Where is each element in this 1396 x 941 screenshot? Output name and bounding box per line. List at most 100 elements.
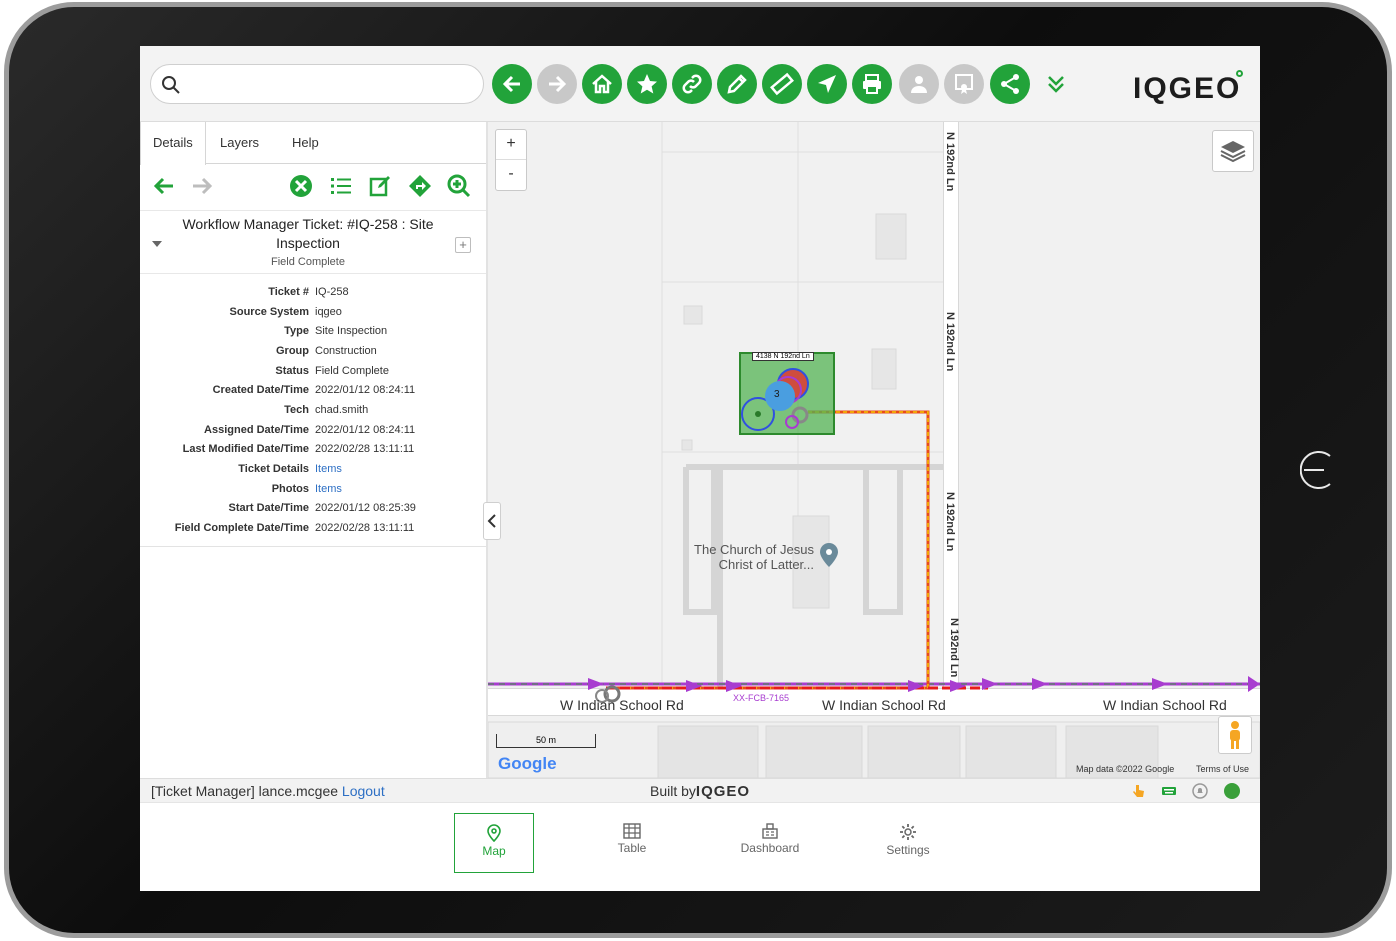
bookmark-button[interactable]	[627, 64, 667, 104]
status-bar: [Ticket Manager] lance.mcgee Logout Buil…	[140, 778, 1260, 802]
arrow-right-icon	[193, 177, 213, 195]
address-label: 4138 N 192nd Ln	[752, 352, 814, 361]
detail-link[interactable]: Items	[315, 483, 342, 495]
built-by: Built byIQGEO	[650, 783, 750, 800]
nav-table-label: Table	[617, 841, 647, 855]
certificate-button[interactable]	[944, 64, 984, 104]
nav-table[interactable]: Table	[592, 813, 672, 873]
print-icon	[863, 74, 881, 94]
poi-label: The Church of Jesus Christ of Latter...	[672, 542, 814, 572]
map-scale: 50 m	[496, 734, 596, 748]
detail-value: Site Inspection	[315, 325, 388, 338]
close-circle-icon	[290, 175, 312, 197]
home-icon	[592, 74, 612, 94]
list-view-button[interactable]	[327, 172, 355, 200]
detail-value: Field Complete	[315, 364, 389, 377]
ruler-icon	[770, 72, 794, 96]
navigate-button[interactable]	[807, 64, 847, 104]
keyboard-icon[interactable]	[1161, 783, 1177, 799]
detail-label: Photos	[271, 482, 309, 495]
collapse-caret-icon[interactable]	[152, 241, 162, 247]
detail-label: Source System	[229, 305, 309, 318]
share-button[interactable]	[990, 64, 1030, 104]
top-toolbar: IQGEO	[140, 46, 1260, 122]
list-icon	[331, 178, 351, 194]
detail-label: Status	[275, 364, 309, 377]
terms-link[interactable]: Terms of Use	[1196, 764, 1249, 774]
home-button[interactable]	[582, 64, 622, 104]
layers-icon	[1220, 141, 1246, 163]
collapse-panel-button[interactable]	[483, 502, 501, 540]
tab-details[interactable]: Details	[140, 122, 206, 165]
street-view-button[interactable]	[1218, 716, 1252, 754]
map-view[interactable]: N 192nd Ln N 192nd Ln N 192nd Ln N 192nd…	[488, 122, 1260, 778]
user-button[interactable]	[899, 64, 939, 104]
previous-feature-button[interactable]	[150, 172, 178, 200]
touch-icon[interactable]	[1130, 783, 1146, 799]
tab-layers[interactable]: Layers	[208, 122, 271, 164]
directions-button[interactable]	[406, 172, 434, 200]
details-toolbar	[140, 168, 486, 208]
tab-help[interactable]: Help	[280, 122, 331, 164]
more-tools-button[interactable]	[1040, 68, 1072, 100]
logout-link[interactable]: Logout	[342, 783, 385, 799]
forward-button[interactable]	[537, 64, 577, 104]
detail-row: Status Field Complete	[140, 361, 486, 381]
print-button[interactable]	[852, 64, 892, 104]
user-icon	[911, 76, 927, 93]
measure-button[interactable]	[762, 64, 802, 104]
road-label-indian-school-3: W Indian School Rd	[1103, 697, 1227, 713]
road-label-indian-school-1: W Indian School Rd	[560, 697, 684, 713]
nav-dashboard-label: Dashboard	[740, 841, 800, 855]
built-by-logo: IQGEO	[695, 783, 751, 800]
bottom-navigation: Map Table Dashboard Settings	[140, 802, 1260, 891]
user-label: [Ticket Manager] lance.mcgee	[151, 783, 339, 799]
cluster-count[interactable]: 3	[774, 389, 780, 400]
road-label-indian-school-2: W Indian School Rd	[822, 697, 946, 713]
star-icon	[637, 74, 657, 94]
nav-settings[interactable]: Settings	[868, 813, 948, 873]
back-button[interactable]	[492, 64, 532, 104]
zoom-out-button[interactable]: -	[496, 160, 526, 190]
layers-button[interactable]	[1212, 130, 1254, 172]
details-panel: Details Layers Help Workflow Manager Tic…	[140, 122, 501, 778]
detail-row: Photos Items	[140, 479, 486, 499]
detail-label: Type	[284, 325, 309, 338]
search-box[interactable]	[150, 64, 484, 104]
search-input[interactable]	[191, 73, 471, 95]
nav-dashboard[interactable]: Dashboard	[730, 813, 810, 873]
detail-link[interactable]: Items	[315, 463, 342, 475]
edit-icon	[369, 176, 390, 197]
detail-value: 2022/01/12 08:24:11	[315, 384, 416, 397]
zoom-in-icon	[447, 174, 471, 198]
back-icon	[502, 75, 520, 93]
network-overlay	[488, 352, 1260, 703]
detail-label: Assigned Date/Time	[204, 423, 309, 436]
link-icon	[682, 74, 702, 94]
arrow-left-icon	[153, 177, 173, 195]
expand-plus-icon[interactable]: +	[455, 237, 471, 253]
notification-bell-icon[interactable]	[1192, 783, 1208, 799]
user-info: [Ticket Manager] lance.mcgee Logout	[151, 783, 385, 799]
next-feature-button[interactable]	[188, 172, 216, 200]
nav-map[interactable]: Map	[454, 813, 534, 873]
detail-row: Type Site Inspection	[140, 321, 486, 341]
zoom-to-feature-button[interactable]	[445, 172, 473, 200]
tablet-logout-icon[interactable]	[1300, 448, 1344, 492]
detail-value: Construction	[315, 344, 377, 357]
zoom-in-button[interactable]: +	[496, 130, 526, 160]
edit-feature-button[interactable]	[366, 172, 394, 200]
clear-selection-button[interactable]	[287, 172, 315, 200]
navigate-icon	[818, 75, 836, 93]
edit-button[interactable]	[717, 64, 757, 104]
pencil-icon	[727, 74, 747, 94]
detail-label: Created Date/Time	[212, 384, 309, 397]
detail-label: Ticket #	[268, 285, 309, 298]
dashboard-icon	[762, 823, 778, 839]
detail-value: 2022/02/28 13:11:11	[315, 443, 415, 456]
detail-label: Group	[276, 344, 309, 357]
online-status-icon[interactable]	[1224, 783, 1240, 799]
detail-row: Ticket Details Items	[140, 459, 486, 479]
place-pin-icon	[820, 543, 838, 567]
link-button[interactable]	[672, 64, 712, 104]
